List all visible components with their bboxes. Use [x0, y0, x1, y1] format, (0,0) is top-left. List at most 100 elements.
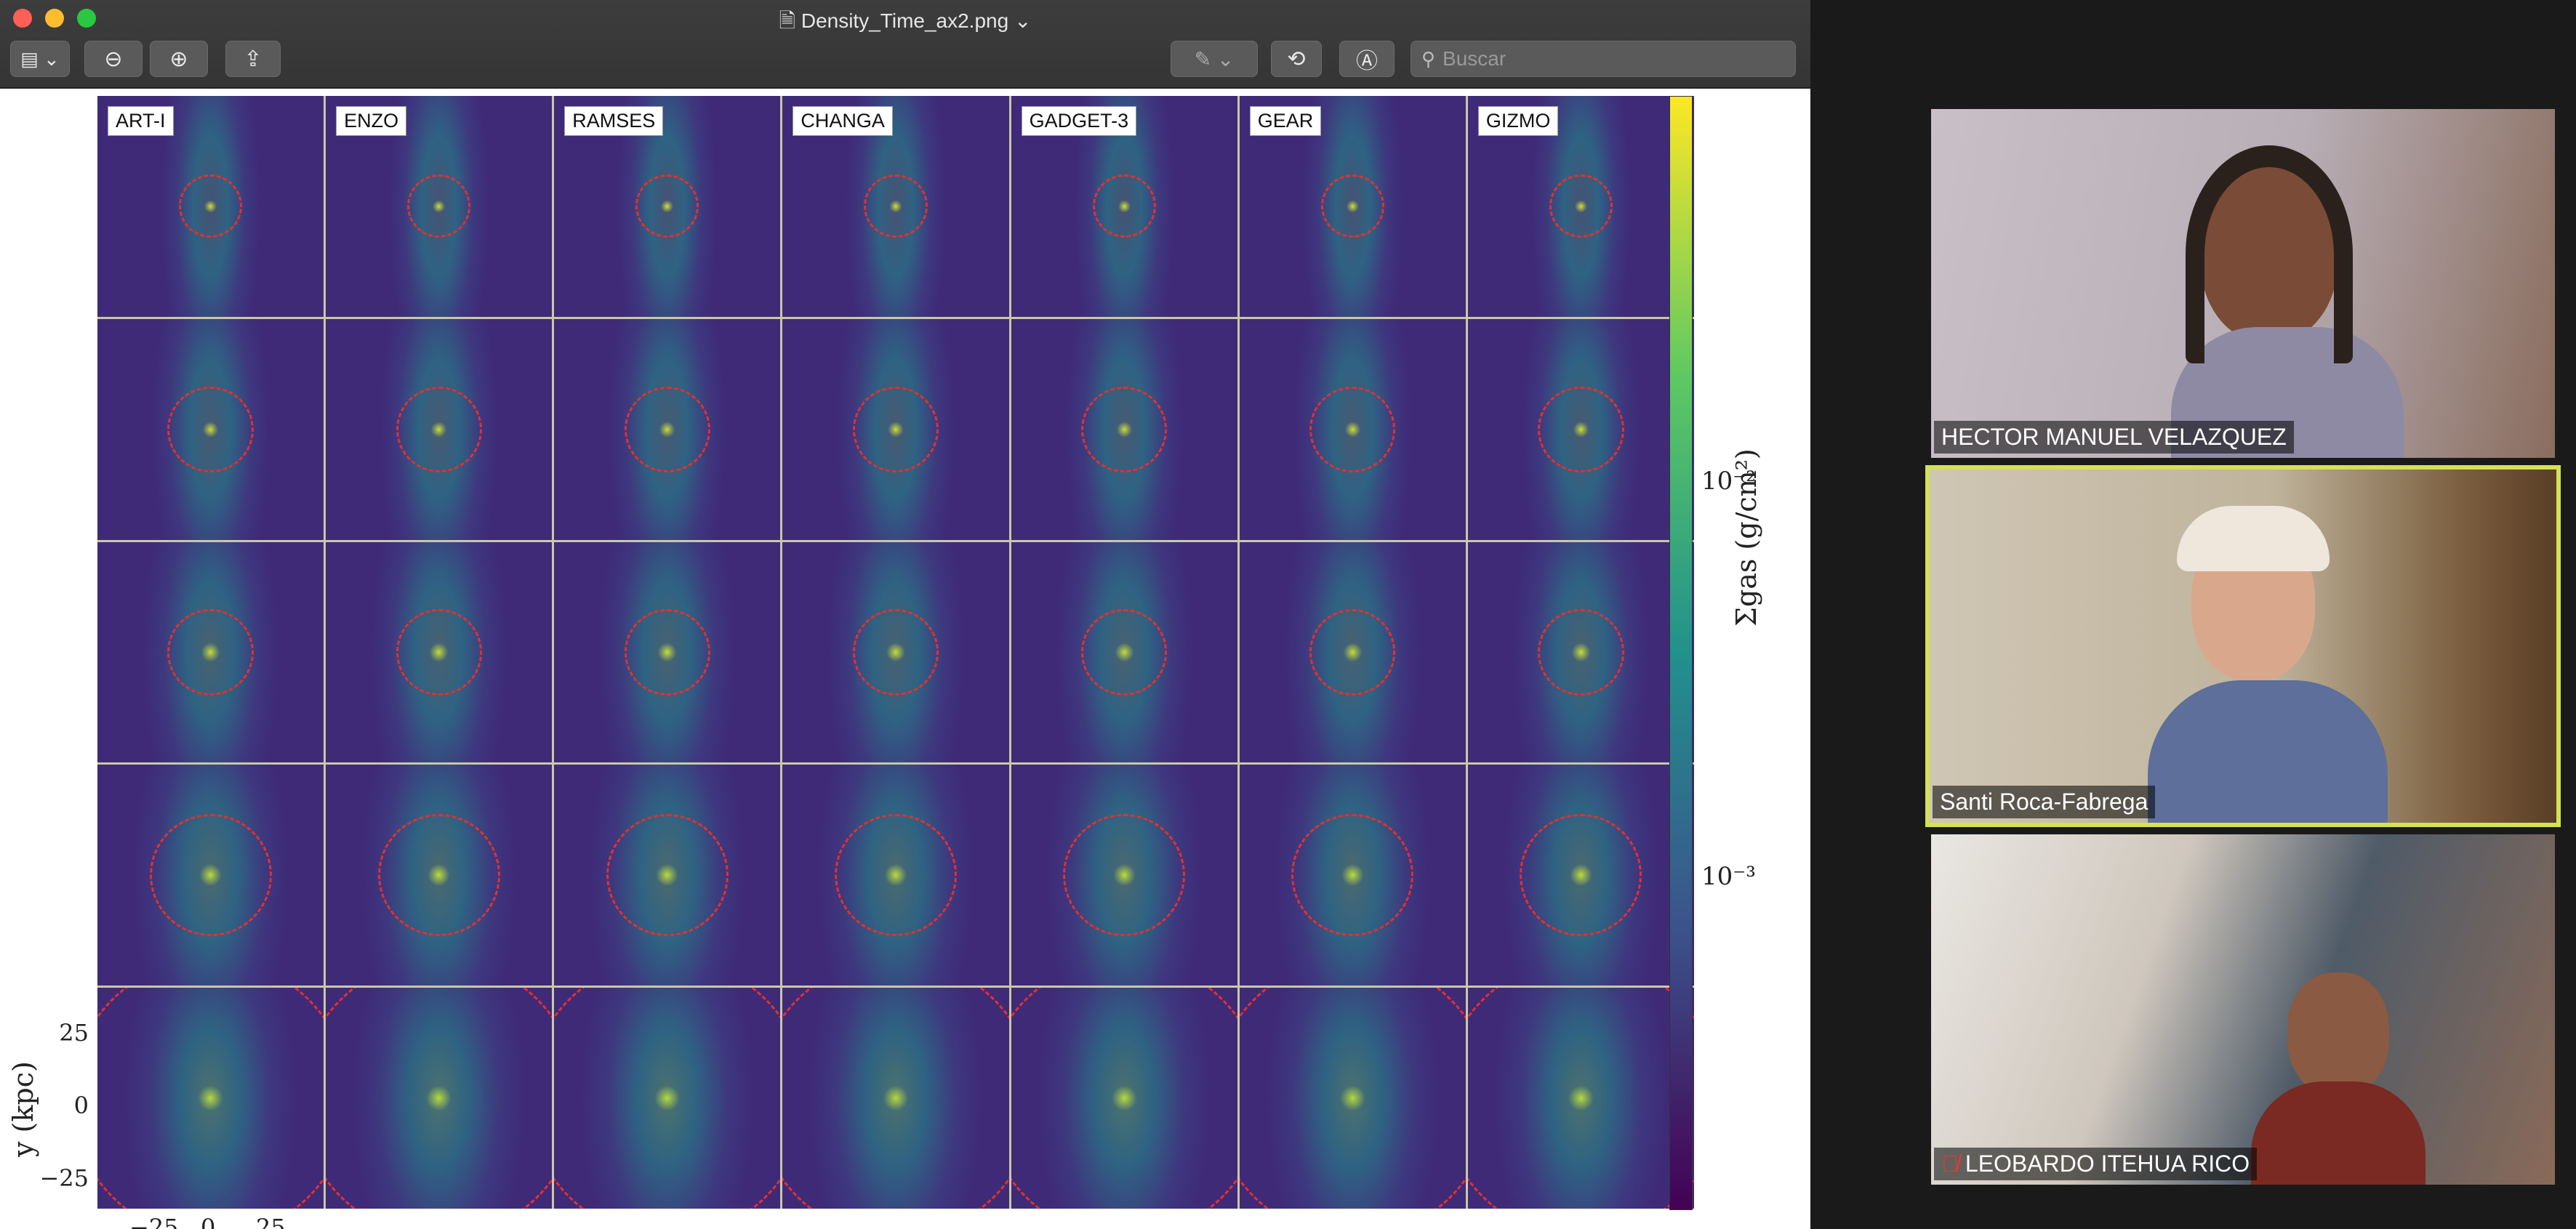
density-panel: GADGET-3 [1011, 96, 1237, 317]
virial-radius-circle [1538, 609, 1624, 696]
y-axis-label: y (kpc) [7, 1061, 39, 1157]
virial-radius-circle [624, 386, 710, 472]
zoom-out-icon: ⊖ [104, 47, 123, 71]
file-icon: 🗎 [779, 9, 801, 32]
virial-radius-circle [1309, 386, 1396, 472]
density-panel [326, 318, 553, 540]
density-panel: RAMSES [554, 96, 781, 317]
x-tick-label: 25 [256, 1214, 286, 1229]
participant-name-bar: 🎙̸ LEOBARDO ITEHUA RICO [1934, 1148, 2258, 1180]
density-panel [782, 765, 1009, 986]
density-panel [554, 541, 781, 763]
density-panel: ENZO [326, 96, 553, 317]
density-panel [1011, 541, 1237, 763]
virial-radius-circle [554, 988, 781, 1209]
density-panel [1011, 318, 1237, 540]
virial-radius-circle [149, 814, 272, 937]
density-panel [326, 988, 553, 1209]
virial-radius-circle [635, 174, 699, 238]
virial-radius-circle [852, 386, 939, 472]
window-title-text: Density_Time_ax2.png [801, 9, 1009, 32]
density-panel [97, 318, 324, 540]
density-panel [1239, 541, 1466, 763]
chevron-down-icon[interactable]: ⌄ [1008, 9, 1031, 32]
density-panel [1239, 765, 1466, 986]
window-title: 🗎 Density_Time_ax2.png ⌄ [0, 6, 1810, 41]
density-panel [97, 541, 324, 763]
search-field[interactable]: ⚲ [1411, 41, 1796, 77]
model-label: ENZO [336, 106, 407, 136]
density-panel [782, 988, 1009, 1209]
density-panel [1239, 318, 1466, 540]
model-label: ART-I [108, 106, 174, 136]
virial-radius-circle [1081, 609, 1168, 696]
density-panel: ART-I [97, 96, 324, 317]
virial-radius-circle [1011, 988, 1237, 1209]
preview-window: 🗎 Density_Time_ax2.png ⌄ ▤ ⌄ ⊖ ⊕ ⇪ ✎ ⌄ ⟲… [0, 0, 1810, 1229]
virial-radius-circle [852, 609, 939, 696]
density-panel [554, 318, 781, 540]
y-tick-label: −25 [39, 1164, 89, 1192]
rotate-button[interactable]: ⟲ [1271, 41, 1322, 77]
density-panel [554, 988, 781, 1209]
virial-radius-circle [1081, 386, 1168, 472]
virial-radius-circle [606, 814, 729, 937]
markup-button[interactable]: ✎ ⌄ [1171, 41, 1258, 77]
participant-name: LEOBARDO ITEHUA RICO [1965, 1151, 2250, 1177]
virial-radius-circle [179, 174, 243, 238]
virial-radius-circle [377, 814, 500, 937]
virial-radius-circle [1549, 174, 1613, 238]
density-panel [1467, 988, 1694, 1209]
density-panel [782, 318, 1009, 540]
virial-radius-circle [1092, 174, 1156, 238]
participant-name: HECTOR MANUEL VELAZQUEZ [1934, 421, 2294, 454]
sidebar-icon: ▤ ⌄ [20, 47, 60, 70]
participant-tile[interactable]: HECTOR MANUEL VELAZQUEZ [1931, 109, 2555, 458]
sidebar-button[interactable]: ▤ ⌄ [10, 41, 70, 77]
colorbar-label: Σgas (g/cm²) [1730, 448, 1762, 626]
virial-radius-circle [167, 386, 254, 472]
muted-mic-icon: 🎙̸ [1941, 1151, 1965, 1177]
virial-radius-circle [1309, 609, 1396, 696]
model-label: GEAR [1249, 106, 1322, 136]
rotate-icon: ⟲ [1287, 47, 1306, 71]
title-bar: 🗎 Density_Time_ax2.png ⌄ ▤ ⌄ ⊖ ⊕ ⇪ ✎ ⌄ ⟲… [0, 0, 1810, 89]
participant-video [2251, 972, 2425, 1185]
x-tick-label: 0 [201, 1214, 216, 1229]
virial-radius-circle [326, 988, 553, 1209]
density-panel [97, 988, 324, 1209]
virial-radius-circle [834, 814, 957, 937]
virial-radius-circle [1291, 814, 1414, 937]
density-panel [326, 765, 553, 986]
density-panel [1467, 318, 1694, 540]
search-input[interactable] [1441, 47, 1779, 71]
virial-radius-circle [864, 174, 928, 238]
y-tick-label: 0 [73, 1092, 89, 1119]
virial-radius-circle [396, 386, 482, 472]
virial-radius-circle [1520, 814, 1642, 937]
virial-radius-circle [1239, 988, 1466, 1209]
zoom-out-button[interactable]: ⊖ [84, 41, 143, 77]
annotate-button[interactable]: Ⓐ [1339, 41, 1395, 77]
figure-image: ART-I ENZO RAMSES CHANGA GADGET-3 GEAR GIZMO 1… [0, 89, 1810, 1229]
virial-radius-circle [1467, 988, 1694, 1209]
density-panel [1239, 988, 1466, 1209]
virial-radius-circle [97, 988, 324, 1209]
participant-video [2171, 138, 2404, 458]
share-button[interactable]: ⇪ [225, 41, 281, 77]
share-icon: ⇪ [244, 47, 262, 71]
model-label: GADGET-3 [1021, 106, 1137, 136]
annotate-icon: Ⓐ [1356, 49, 1378, 73]
virial-radius-circle [1063, 814, 1186, 937]
participant-tile[interactable]: 🎙̸ LEOBARDO ITEHUA RICO [1931, 834, 2555, 1185]
zoom-in-button[interactable]: ⊕ [150, 41, 208, 77]
density-panel [326, 541, 553, 763]
density-panel [1467, 765, 1694, 986]
participant-tile-active[interactable]: Santi Roca-Fabrega [1925, 465, 2561, 827]
virial-radius-circle [624, 609, 710, 696]
y-tick-label: 25 [59, 1019, 89, 1047]
simulation-panel-grid: ART-I ENZO RAMSES CHANGA GADGET-3 GEAR GIZMO [97, 96, 1694, 1209]
colorbar-tick-label: 10⁻³ [1701, 862, 1756, 891]
density-panel [97, 765, 324, 986]
participant-video [2148, 491, 2388, 823]
